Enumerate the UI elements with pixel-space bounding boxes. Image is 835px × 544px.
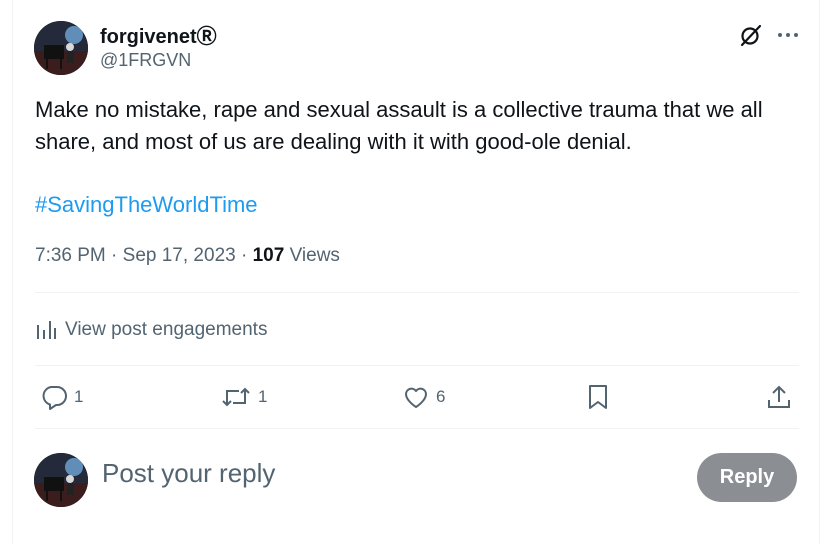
post-meta: 7:36 PM · Sep 17, 2023 · 107 Views bbox=[35, 245, 340, 267]
hashtag-link[interactable]: #SavingTheWorldTime bbox=[35, 192, 258, 218]
heart-icon bbox=[405, 387, 427, 408]
share-action[interactable] bbox=[765, 382, 793, 412]
reply-input[interactable]: Post your reply bbox=[102, 458, 275, 489]
post-text: Make no mistake, rape and sexual assault… bbox=[35, 97, 763, 154]
user-avatar[interactable] bbox=[34, 453, 88, 507]
like-action[interactable]: 6 bbox=[402, 382, 445, 412]
avatar-icon bbox=[34, 453, 88, 507]
avatar-icon bbox=[34, 21, 88, 75]
grok-icon[interactable] bbox=[738, 22, 764, 48]
view-engagements-label: View post engagements bbox=[65, 319, 268, 340]
repost-count: 1 bbox=[258, 387, 268, 406]
bookmark-action[interactable] bbox=[585, 382, 611, 412]
repost-icon bbox=[222, 387, 250, 407]
views-label: Views bbox=[289, 245, 340, 266]
reply-icon bbox=[42, 386, 67, 410]
meta-separator: · bbox=[235, 245, 253, 266]
repost-action[interactable]: 1 bbox=[220, 382, 267, 412]
views-count: 107 bbox=[252, 245, 285, 266]
like-count: 6 bbox=[436, 387, 446, 406]
reply-action[interactable]: 1 bbox=[40, 382, 83, 412]
bookmark-icon bbox=[589, 385, 607, 409]
share-icon bbox=[768, 385, 790, 408]
more-icon[interactable] bbox=[775, 22, 801, 48]
meta-separator: · bbox=[105, 245, 123, 266]
author-handle[interactable]: @1FRGVN bbox=[100, 50, 191, 71]
view-engagements-link[interactable]: View post engagements bbox=[35, 315, 267, 345]
analytics-icon bbox=[37, 321, 56, 339]
divider bbox=[35, 292, 799, 293]
author-display-name[interactable]: forgivenetⓇ bbox=[100, 20, 217, 49]
post-date[interactable]: Sep 17, 2023 bbox=[123, 245, 236, 266]
divider bbox=[35, 428, 799, 429]
post-time[interactable]: 7:36 PM bbox=[35, 245, 106, 266]
reply-count: 1 bbox=[74, 387, 84, 406]
author-avatar[interactable] bbox=[34, 21, 88, 75]
reply-button[interactable]: Reply bbox=[697, 453, 797, 502]
divider bbox=[35, 365, 799, 366]
